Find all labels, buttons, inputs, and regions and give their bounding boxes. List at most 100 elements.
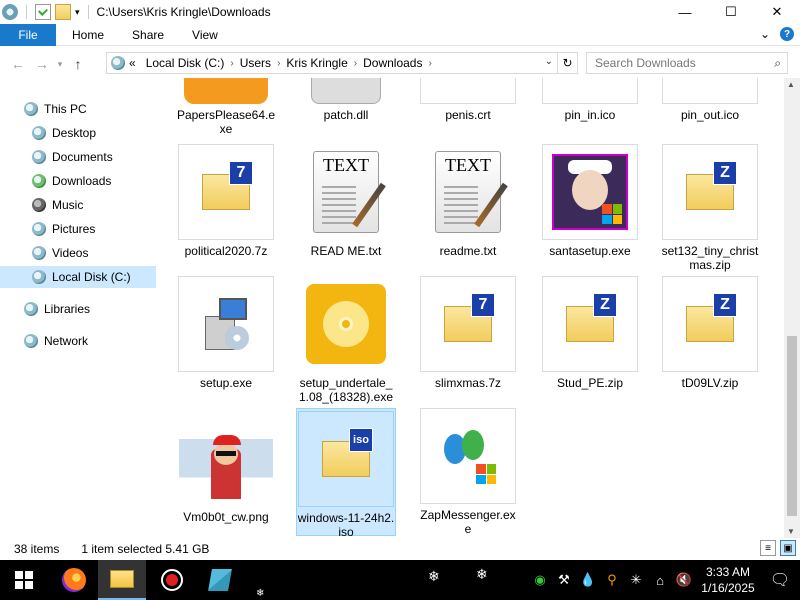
taskbar-file-explorer[interactable]	[98, 560, 146, 600]
large-icons-view-icon[interactable]: ▣	[780, 540, 796, 556]
expand-ribbon-chevron-icon[interactable]: ⌄	[760, 27, 770, 41]
desktop-icon	[32, 126, 46, 140]
downloads-icon	[32, 174, 46, 188]
details-view-icon[interactable]: ≡	[760, 540, 776, 556]
minimize-button[interactable]: —	[662, 0, 708, 24]
nav-item-this-pc[interactable]: This PC	[0, 98, 156, 120]
vertical-scrollbar[interactable]: ▲ ▼	[784, 78, 800, 538]
file-name: penis.crt	[445, 108, 491, 122]
tab-home[interactable]: Home	[56, 28, 118, 42]
volume-muted-icon[interactable]: 🔇	[672, 572, 696, 588]
network-tray-icon[interactable]: ⌂	[648, 573, 672, 588]
breadcrumb-kris-kringle[interactable]: Kris Kringle	[280, 56, 353, 70]
search-icon[interactable]: ⌕	[774, 56, 781, 71]
close-button[interactable]: ✕	[754, 0, 800, 24]
nav-item-documents[interactable]: Documents	[0, 146, 156, 168]
scroll-down-arrow-icon[interactable]: ▼	[787, 527, 795, 536]
file-item[interactable]: TEXT READ ME.txt	[296, 144, 396, 258]
customize-toolbar-chevron-icon[interactable]: ▾	[75, 7, 80, 18]
taskbar-notes[interactable]	[196, 560, 244, 600]
green-status-icon[interactable]: ◉	[528, 572, 552, 588]
taskbar-recorder[interactable]	[148, 560, 196, 600]
file-item[interactable]: setup_undertale_1.08_(18328).exe	[296, 276, 396, 404]
breadcrumb-chevron-icon[interactable]: ›	[428, 58, 431, 69]
file-item[interactable]: Z set132_tiny_christmas.zip	[660, 144, 760, 272]
properties-icon[interactable]	[35, 4, 51, 20]
nav-item-pictures[interactable]: Pictures	[0, 218, 156, 240]
file-item[interactable]: TEXT readme.txt	[418, 144, 518, 258]
file-explorer-icon	[110, 570, 134, 588]
explorer-app-icon[interactable]	[2, 4, 18, 20]
windows-logo-icon	[602, 204, 622, 224]
start-button[interactable]	[0, 560, 48, 600]
refresh-icon[interactable]: ↻	[558, 52, 578, 74]
nav-item-local-disk[interactable]: Local Disk (C:)	[0, 266, 156, 288]
nav-item-desktop[interactable]: Desktop	[0, 122, 156, 144]
file-item[interactable]: Vm0b0t_cw.png	[176, 435, 276, 524]
file-item[interactable]: 7 slimxmas.7z	[418, 276, 518, 390]
maximize-button[interactable]: ☐	[708, 0, 754, 24]
dll-icon	[298, 78, 394, 104]
file-item[interactable]: pin_out.ico	[660, 78, 760, 122]
ribbon-tabs: File Home Share View ⌄ ?	[0, 23, 800, 46]
file-list: PapersPlease64.exe patch.dll penis.crt p…	[160, 78, 784, 538]
file-name: tD09LV.zip	[681, 376, 739, 390]
address-bar[interactable]: « Local Disk (C:) › Users › Kris Kringle…	[106, 52, 558, 74]
file-item[interactable]: Z tD09LV.zip	[660, 276, 760, 390]
back-arrow-icon[interactable]: ←	[6, 56, 30, 72]
iso-disc-icon: iso	[298, 411, 394, 507]
file-item[interactable]: santasetup.exe	[540, 144, 640, 258]
file-item[interactable]: penis.crt	[418, 78, 518, 122]
zip-archive-icon: Z	[662, 144, 758, 240]
file-item[interactable]: 7 political2020.7z	[176, 144, 276, 258]
tab-file[interactable]: File	[0, 23, 56, 46]
forward-arrow-icon[interactable]: →	[30, 56, 54, 72]
tab-share[interactable]: Share	[118, 28, 178, 42]
recent-locations-chevron-icon[interactable]: ▾	[54, 59, 66, 70]
search-input[interactable]: Search Downloads ⌕	[586, 52, 788, 74]
disc-installer-icon	[298, 276, 394, 372]
archive-badge: 7	[471, 293, 495, 317]
sparkle-tray-icon[interactable]: ✳	[624, 572, 648, 588]
firefox-icon	[62, 568, 86, 592]
file-item[interactable]: pin_in.ico	[540, 78, 640, 122]
up-arrow-icon[interactable]: ↑	[66, 56, 90, 72]
help-icon[interactable]: ?	[780, 27, 794, 41]
nav-item-music[interactable]: Music	[0, 194, 156, 216]
file-name: windows-11-24h2.iso	[297, 511, 395, 538]
file-item[interactable]: patch.dll	[296, 78, 396, 122]
file-item[interactable]: Z Stud_PE.zip	[540, 276, 640, 390]
new-folder-icon[interactable]	[55, 4, 71, 20]
drop-tray-icon[interactable]: 💧	[576, 572, 600, 588]
breadcrumb-downloads[interactable]: Downloads	[357, 56, 428, 70]
santa-app-icon	[542, 144, 638, 240]
taskbar-firefox[interactable]	[50, 560, 98, 600]
app-tray-icon[interactable]: ⚒	[552, 572, 576, 588]
breadcrumb-overflow[interactable]: «	[125, 56, 140, 70]
text-file-thumb-label: TEXT	[445, 155, 491, 175]
icon-file-icon	[662, 78, 758, 104]
nav-item-videos[interactable]: Videos	[0, 242, 156, 264]
search-tray-icon[interactable]: ⚲	[600, 572, 624, 588]
file-name: slimxmas.7z	[434, 376, 501, 390]
clock[interactable]: 3:33 AM 1/16/2025	[696, 564, 760, 596]
nav-item-network[interactable]: Network	[0, 330, 156, 352]
scroll-up-arrow-icon[interactable]: ▲	[787, 80, 795, 89]
nav-item-label: Desktop	[52, 126, 97, 140]
search-placeholder: Search Downloads	[595, 56, 696, 70]
file-name: pin_out.ico	[680, 108, 740, 122]
libraries-icon	[24, 302, 38, 316]
file-item[interactable]: PapersPlease64.exe	[176, 78, 276, 136]
tab-view[interactable]: View	[178, 28, 232, 42]
address-dropdown-chevron-icon[interactable]: ⌄	[545, 56, 553, 67]
nav-item-libraries[interactable]: Libraries	[0, 298, 156, 320]
scrollbar-thumb[interactable]	[787, 336, 797, 516]
selection-info: 1 item selected 5.41 GB	[81, 542, 210, 556]
file-item[interactable]: ZapMessenger.exe	[418, 408, 518, 536]
file-item-selected[interactable]: iso windows-11-24h2.iso	[296, 408, 396, 538]
notification-center-icon[interactable]: 🗨	[760, 570, 800, 590]
nav-item-downloads[interactable]: Downloads	[0, 170, 156, 192]
file-item[interactable]: setup.exe	[176, 276, 276, 390]
breadcrumb-local-disk[interactable]: Local Disk (C:)	[140, 56, 231, 70]
breadcrumb-users[interactable]: Users	[234, 56, 277, 70]
